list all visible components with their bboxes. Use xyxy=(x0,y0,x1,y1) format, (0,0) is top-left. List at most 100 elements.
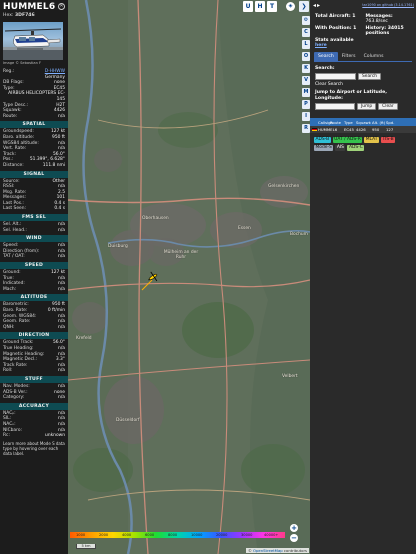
speed-label[interactable]: Mach: xyxy=(3,287,16,293)
section-altitude: ALTITUDE xyxy=(0,294,68,302)
direction-rows: Ground Track: 56.0° True Heading: n/a Magnet… xyxy=(0,340,68,374)
tab-filters[interactable]: Filters xyxy=(338,52,360,61)
map-button-h[interactable]: H xyxy=(255,1,265,12)
tab-columns[interactable]: Columns xyxy=(360,52,388,61)
accuracy-label[interactable]: Rc: xyxy=(3,433,10,439)
alt-legend-label: 4000 xyxy=(122,533,132,537)
legend-badge-uat[interactable]: UAT / ADS-R xyxy=(332,137,363,144)
signal-row: Last Seen: 0.4 s xyxy=(0,206,68,212)
clear-search-button[interactable]: Clear Search xyxy=(315,82,343,87)
city-label-krefeld: Krefeld xyxy=(76,336,92,341)
total-aircraft: Total Aircraft: 1 xyxy=(315,14,356,19)
city-label-duesseldorf: Düsseldorf xyxy=(116,418,140,423)
jump-label: Jump to Airport or Latitude, Longitude: xyxy=(315,90,387,101)
spatial-label[interactable]: Distance: xyxy=(3,163,24,169)
col-header-speed[interactable]: Spd. xyxy=(384,120,394,125)
alt-legend-label: 20000 xyxy=(216,533,228,537)
aircraft-table-header: Callsign Route Type Squawk Alt. (ft) Spd… xyxy=(310,118,416,127)
attribution-osm-link[interactable]: OpenStreetMap xyxy=(253,548,283,553)
close-icon[interactable]: ✕ xyxy=(58,3,65,10)
zoom-out-button[interactable]: − xyxy=(290,534,298,542)
legend-badge-adsb[interactable]: ADS-B xyxy=(314,137,331,144)
side-button-l[interactable]: L xyxy=(302,40,310,49)
altitude-value: n/a xyxy=(58,324,65,330)
legend-badge-modes[interactable]: Mode-S xyxy=(314,145,334,152)
legend-badge-mlat[interactable]: MLAT xyxy=(364,137,379,144)
altitude-label[interactable]: QNH: xyxy=(3,325,15,331)
panel-footer-text: Learn more about Mode S data type by hov… xyxy=(3,440,65,456)
direction-label[interactable]: Roll: xyxy=(3,368,12,374)
photo-credit: Image © Sebastian F xyxy=(3,61,42,65)
section-wind: WIND xyxy=(0,235,68,243)
map-view[interactable]: Oberhausen Essen Gelsenkirchen Mülheim a… xyxy=(68,0,310,554)
map-base-layer xyxy=(68,0,310,554)
map-button-t[interactable]: T xyxy=(267,1,277,12)
tab-search[interactable]: Search xyxy=(314,52,338,62)
direction-value: n/a xyxy=(58,368,65,374)
city-label-essen: Essen xyxy=(238,226,251,231)
col-header-type[interactable]: Type xyxy=(342,120,354,125)
col-header-altitude[interactable]: Alt. (ft) xyxy=(370,120,385,125)
city-label-oberhausen: Oberhausen xyxy=(142,216,169,221)
legend-badge-ais[interactable]: AIS xyxy=(335,145,346,152)
aircraft-hex: Hex: 3DF746 xyxy=(3,13,65,18)
search-row: Search xyxy=(315,73,411,81)
alt-legend-label: 40000+ xyxy=(264,533,279,537)
wind-rows: Speed: n/a Direction (from): n/a TAT / OAT: n… xyxy=(0,243,68,260)
section-spatial: SPATIAL xyxy=(0,121,68,129)
section-accuracy: ACCURACY xyxy=(0,402,68,410)
route-value: n/a xyxy=(58,113,65,119)
stats-here-link[interactable]: here xyxy=(315,43,327,48)
fms-rows: Sel. Alt.: n/a Sel. Head.: n/a xyxy=(0,222,68,233)
stats-block: Total Aircraft: 1 Messages: 763.8/sec Wit… xyxy=(310,11,416,48)
search-button[interactable]: Search xyxy=(358,73,382,81)
search-input[interactable] xyxy=(315,73,356,81)
search-label: Search: xyxy=(315,66,335,72)
hex-value: 3DF746 xyxy=(14,13,35,18)
aircraft-marker-icon[interactable] xyxy=(147,271,159,283)
wind-label[interactable]: TAT / OAT: xyxy=(3,254,25,260)
alt-legend-label: 1000 xyxy=(76,533,86,537)
sidebar-collapse-arrows-icon[interactable]: ◂▸ xyxy=(313,2,321,9)
col-header-callsign[interactable]: Callsign xyxy=(316,120,333,125)
side-button-c[interactable]: C xyxy=(302,28,310,37)
signal-value: 0.4 s xyxy=(54,206,65,212)
altitude-row: QNH: n/a xyxy=(0,325,68,331)
clear-jump-button[interactable]: Clear xyxy=(378,103,398,111)
map-button-u[interactable]: U xyxy=(243,1,253,12)
city-label-velbert: Velbert xyxy=(282,374,298,379)
side-button-v[interactable]: V xyxy=(302,76,310,85)
side-button-o[interactable]: O xyxy=(302,52,310,61)
stats-available: Stats available here xyxy=(315,38,362,49)
side-button-m[interactable]: M xyxy=(302,88,310,97)
attribution-suffix: contributors xyxy=(282,548,307,553)
version-link[interactable]: tar1090 on github (3.14.1761) xyxy=(362,3,414,7)
side-button-r[interactable]: R xyxy=(302,124,310,133)
aircraft-photo[interactable] xyxy=(3,22,63,60)
speed-value: n/a xyxy=(58,286,65,292)
row-speed: 127 xyxy=(386,127,394,133)
signal-label[interactable]: Last Seen: xyxy=(3,206,26,212)
settings-gear-icon[interactable]: ⚙ xyxy=(302,16,310,25)
fullscreen-toggle-button[interactable]: ❯ xyxy=(299,1,309,12)
speed-rows: Ground: 127 kt True: n/a Indicated: n/a Mach: n… xyxy=(0,270,68,292)
jump-button[interactable]: Jump xyxy=(357,103,377,111)
legend-badge-tisb[interactable]: TIS-B xyxy=(380,137,396,144)
fms-label[interactable]: Sel. Head.: xyxy=(3,228,27,234)
legend-badge-adsc[interactable]: ADS-C xyxy=(347,145,365,152)
stuff-label[interactable]: Category: xyxy=(3,395,24,401)
direction-row: Roll: n/a xyxy=(0,368,68,374)
alt-legend-label: 8000 xyxy=(168,533,178,537)
jump-input[interactable] xyxy=(315,103,355,111)
side-button-k[interactable]: K xyxy=(302,64,310,73)
side-button-p[interactable]: P xyxy=(302,100,310,109)
accuracy-value: unknown xyxy=(45,433,65,439)
side-button-i[interactable]: I xyxy=(302,112,310,121)
spatial-rows: Groundspeed: 127 kt Baro. altitude: 950 ft W… xyxy=(0,129,68,168)
section-fms: FMS SEL xyxy=(0,214,68,222)
table-row[interactable]: HUMMEL6 EC45 4426 950 127 xyxy=(310,126,416,134)
col-header-squawk[interactable]: Squawk xyxy=(354,120,371,125)
zoom-in-button[interactable]: + xyxy=(290,524,298,532)
col-header-route[interactable]: Route xyxy=(328,120,342,125)
layers-icon[interactable]: ◈ xyxy=(286,2,295,11)
